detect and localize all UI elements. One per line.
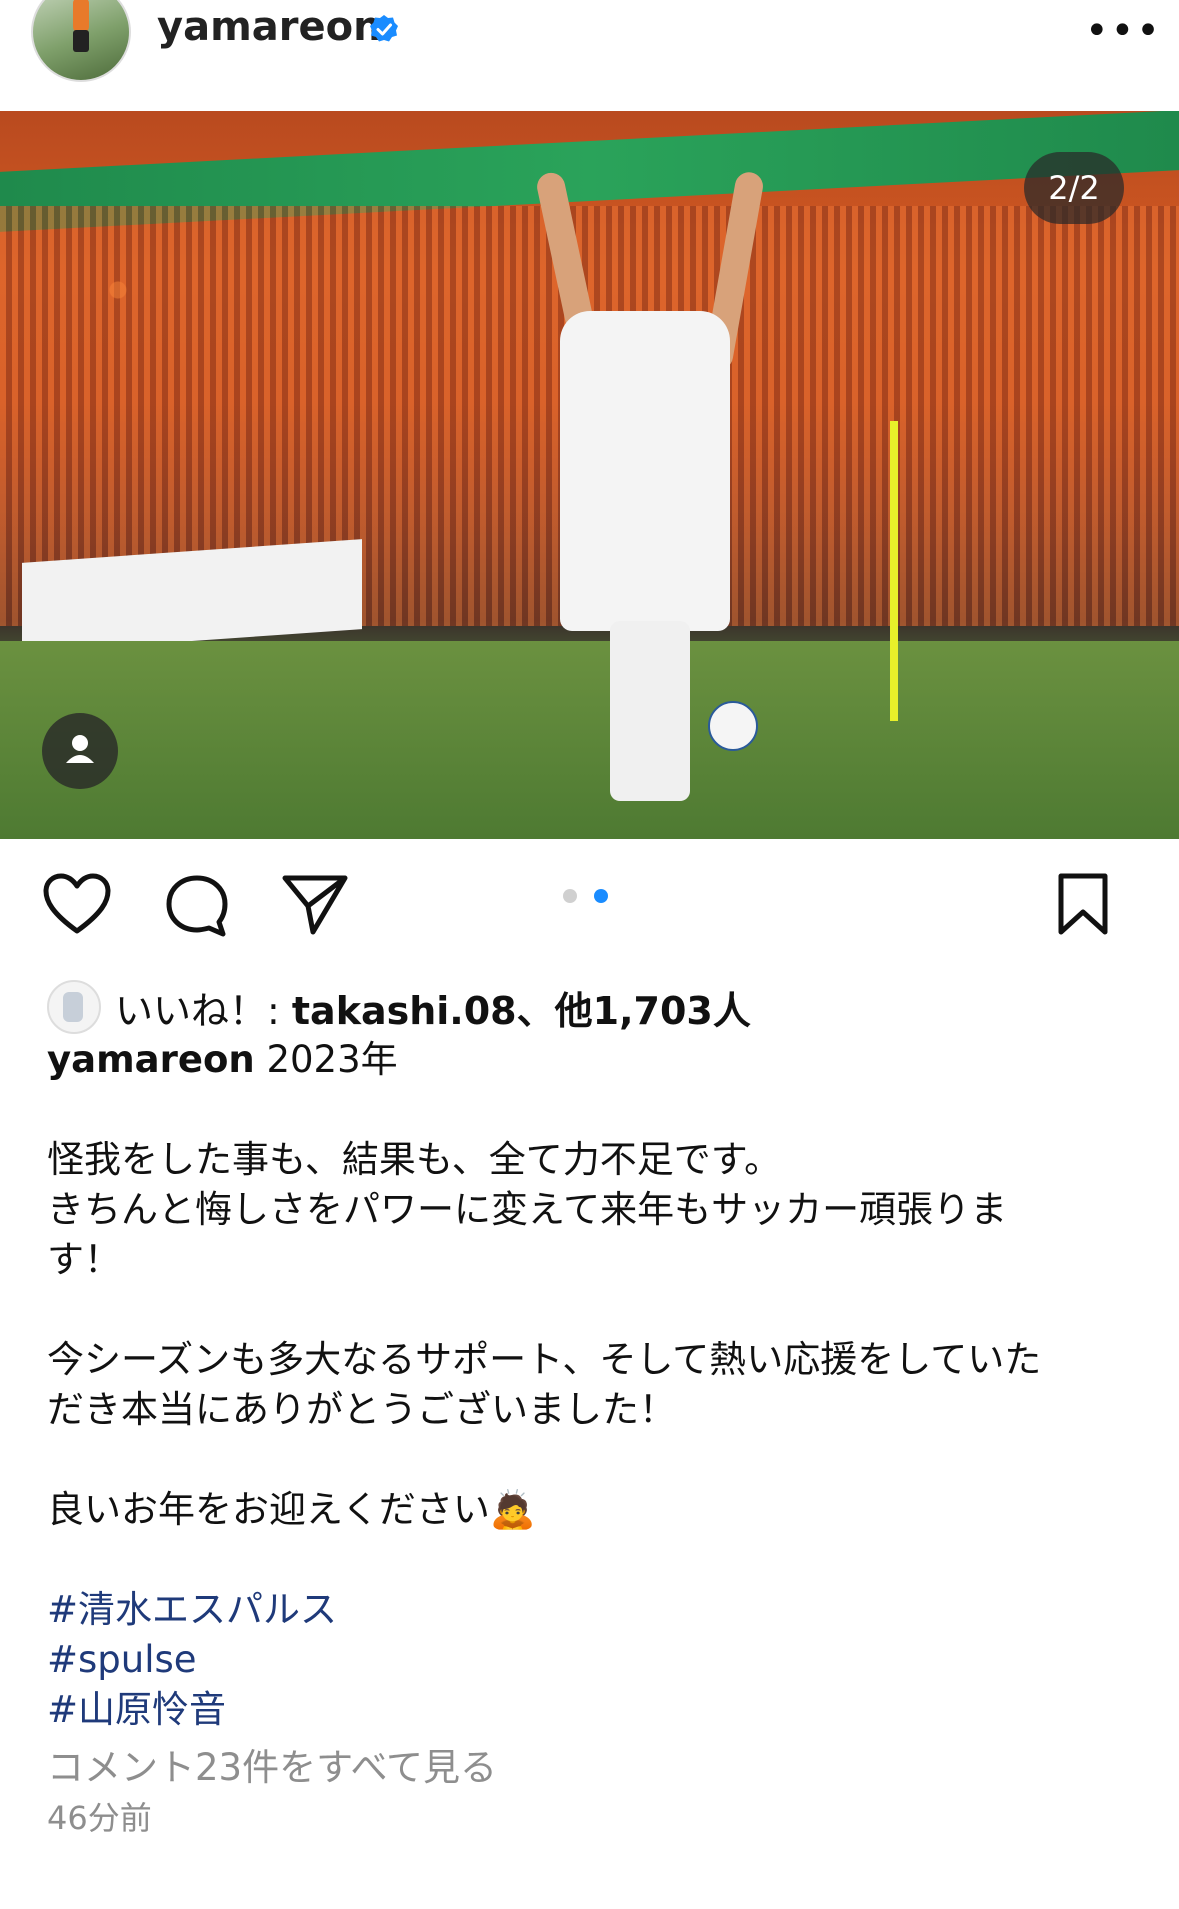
liker-avatar — [47, 980, 101, 1034]
person-tag-icon — [66, 735, 94, 763]
bookmark-icon[interactable] — [1055, 872, 1111, 936]
tag-button[interactable] — [42, 713, 118, 789]
caption-line: 怪我をした事も、結果も、全て力不足です。 — [47, 1138, 782, 1181]
view-comments-link[interactable]: コメント23件をすべて見る — [47, 1743, 1137, 1793]
hashtag-link[interactable]: #山原怜音 — [47, 1685, 1137, 1735]
liked-by-user[interactable]: takashi.08 — [292, 989, 517, 1033]
more-icon[interactable]: ••• — [1085, 8, 1162, 54]
likes-prefix: いいね！: — [115, 988, 292, 1033]
verified-badge-icon — [370, 15, 398, 42]
carousel-counter: 2/2 — [1024, 152, 1124, 224]
caption-line: す！ — [47, 1238, 121, 1281]
player-legs — [610, 621, 690, 801]
carousel-dots — [563, 888, 620, 907]
caption-year: 2023年 — [254, 1038, 398, 1081]
share-icon[interactable] — [280, 872, 350, 938]
caption-username[interactable]: yamareon — [47, 1038, 255, 1081]
avatar[interactable] — [31, 0, 131, 82]
heart-icon[interactable] — [42, 873, 112, 937]
avatar-figure — [73, 0, 89, 32]
corner-flag — [890, 421, 898, 721]
username[interactable]: yamareon — [157, 4, 382, 50]
carousel-dot-2 — [594, 889, 609, 903]
caption: yamareon 2023年 怪我をした事も、結果も、全て力不足です。 きちんと… — [47, 1035, 1137, 1843]
likes-count[interactable]: 、他1,703人 — [517, 989, 751, 1033]
caption-line: 良いお年をお迎えください🙇 — [47, 1488, 536, 1531]
caption-line: 今シーズンも多大なるサポート、そして熱い応援をしていた — [47, 1338, 1042, 1381]
player-jersey — [560, 311, 730, 631]
hashtag-link[interactable]: #清水エスパルス — [47, 1585, 1137, 1635]
post-timestamp: 46分前 — [47, 1799, 152, 1837]
likes-text: いいね！: takashi.08、他1,703人 — [115, 980, 751, 1035]
avatar-figure-legs — [73, 30, 89, 52]
likes-row[interactable]: いいね！: takashi.08、他1,703人 — [47, 977, 751, 1037]
comment-icon[interactable] — [163, 872, 231, 940]
hashtag-link[interactable]: #spulse — [47, 1635, 1137, 1685]
carousel-dot-1 — [563, 889, 577, 903]
post-header: yamareon ••• — [0, 0, 1179, 110]
pitch — [0, 641, 1179, 839]
caption-line: だき本当にありがとうございました！ — [47, 1388, 676, 1431]
caption-line: きちんと悔しさをパワーに変えて来年もサッカー頑張りま — [47, 1188, 1008, 1231]
post-photo[interactable] — [0, 111, 1179, 839]
soccer-ball — [708, 701, 758, 751]
